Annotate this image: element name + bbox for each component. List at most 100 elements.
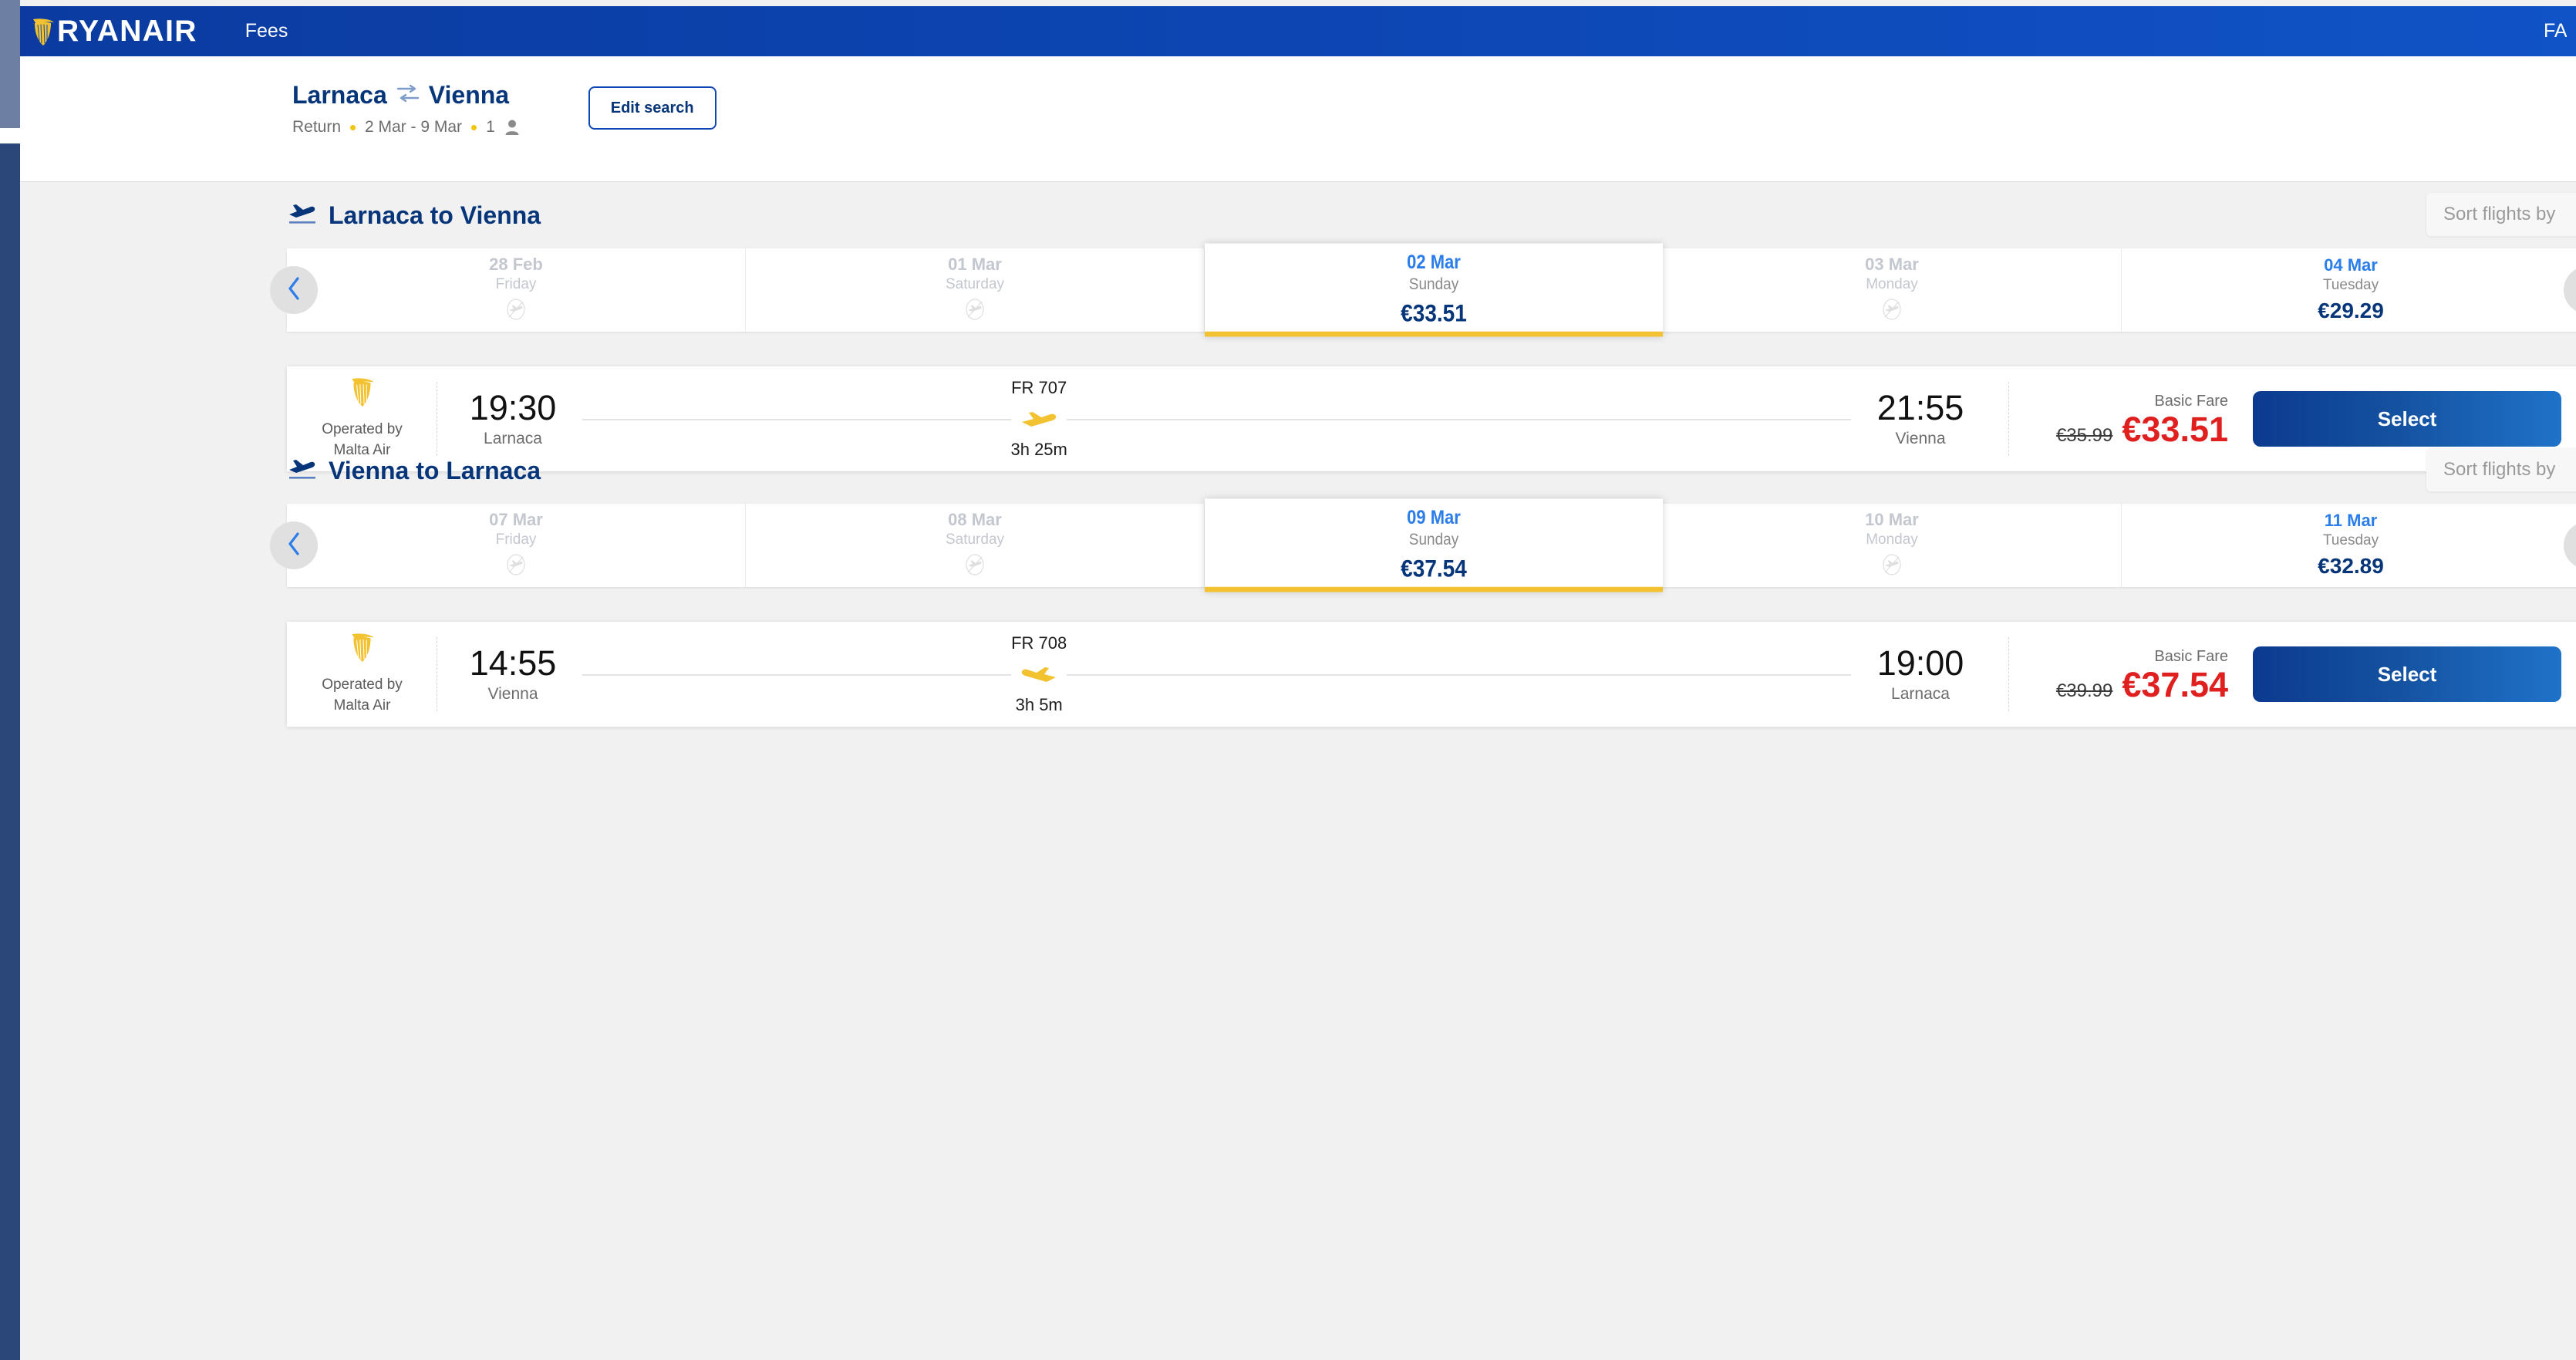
journey-section-outbound: Larnaca to Vienna Sort flights by 28 Feb… (20, 182, 2576, 471)
date-cell-day: Sunday (1408, 275, 1459, 294)
date-cell-date: 03 Mar (1865, 255, 1919, 275)
arrival-block: 19:00 Larnaca (1863, 645, 1978, 703)
date-cell-selected[interactable]: 09 Mar Sunday €37.54 (1205, 498, 1663, 592)
select-flight-button-return[interactable]: Select (2253, 646, 2561, 702)
route-line (582, 419, 1851, 420)
ryanair-logo[interactable]: RYANAIR (28, 15, 197, 48)
date-carousel-outbound: 28 Feb Friday 01 Mar Saturday 02 Mar Sun… (270, 243, 2576, 337)
plane-departure-icon (287, 456, 318, 486)
date-cell[interactable]: 08 Mar Saturday (746, 504, 1205, 587)
no-flight-icon (504, 553, 528, 580)
date-cell-date: 08 Mar (948, 510, 1002, 530)
flight-duration: 3h 5m (1015, 695, 1063, 714)
arrival-time: 21:55 (1876, 388, 1964, 428)
nav-item-truncated[interactable]: FA (2544, 20, 2567, 42)
price-block: Basic Fare €39.99 €37.54 (2028, 647, 2228, 702)
route-title: Larnaca Vienna (292, 83, 520, 107)
fare-type-label: Basic Fare (2154, 647, 2228, 665)
date-cell-date: 11 Mar (2324, 511, 2378, 531)
separator-dot-icon (350, 124, 356, 130)
date-cell-date: 09 Mar (1407, 507, 1461, 529)
date-cell[interactable]: 03 Mar Monday (1663, 248, 2122, 332)
flight-swap-icon (395, 83, 421, 107)
plane-left-icon (1011, 663, 1067, 686)
date-cell-day: Saturday (945, 531, 1005, 548)
journey-header-return: Vienna to Larnaca Sort flights by (20, 437, 2576, 504)
date-cell-date: 07 Mar (489, 510, 543, 530)
chevron-left-icon (286, 276, 302, 305)
route-line (582, 674, 1851, 676)
search-summary-bar: Larnaca Vienna Return 2 Mar - 9 Mar 1 Ed… (20, 56, 2576, 182)
date-cell-day: Friday (495, 275, 537, 292)
journey-title-outbound: Larnaca to Vienna (287, 201, 541, 231)
date-cell[interactable]: 10 Mar Monday (1663, 504, 2122, 587)
date-cell[interactable]: 11 Mar Tuesday €32.89 (2122, 504, 2576, 587)
sort-flights-label: Sort flights by (2443, 459, 2556, 480)
date-cell[interactable]: 01 Mar Saturday (746, 248, 1205, 332)
route-destination: Vienna (428, 81, 510, 109)
date-carousel-return: 07 Mar Friday 08 Mar Saturday 09 Mar Sun… (270, 498, 2576, 592)
flight-number: FR 708 (1011, 633, 1067, 653)
date-cell-price: €33.51 (1401, 299, 1467, 326)
date-cell-day: Friday (495, 531, 537, 548)
operated-by-line2: Malta Air (333, 697, 391, 714)
plane-right-icon (1011, 407, 1067, 430)
trip-type: Return (292, 118, 342, 136)
sort-flights-label: Sort flights by (2443, 204, 2556, 224)
journey-title-text: Larnaca to Vienna (329, 201, 541, 229)
route-visual: FR 708 3h 5m (582, 632, 1851, 717)
current-price: €37.54 (2122, 664, 2228, 704)
sort-flights-dropdown-return[interactable]: Sort flights by (2426, 448, 2576, 491)
page-viewport: RYANAIR Fees FA Larnaca Vienna Return 2 … (20, 0, 2576, 1360)
flight-number: FR 707 (1011, 378, 1067, 397)
passenger-count: 1 (486, 118, 495, 136)
divider (2008, 637, 2009, 711)
plane-departure-icon (287, 201, 318, 231)
departure-time: 14:55 (469, 643, 557, 683)
carousel-prev-button-return[interactable] (270, 521, 318, 569)
nav-item-fees[interactable]: Fees (245, 22, 288, 41)
arrival-airport: Larnaca (1891, 684, 1950, 703)
date-cell-date: 28 Feb (489, 255, 543, 275)
departure-airport: Vienna (487, 684, 538, 703)
original-price: €39.99 (2055, 680, 2113, 701)
top-navigation-bar: RYANAIR Fees FA (20, 6, 2576, 56)
date-cell-day: Tuesday (2322, 276, 2379, 293)
ryanair-harp-icon (306, 376, 418, 414)
ryanair-harp-icon (28, 15, 59, 48)
date-cell-price: €29.29 (2318, 298, 2384, 322)
date-cell-day: Tuesday (2322, 532, 2379, 548)
date-cell-price: €32.89 (2318, 553, 2384, 578)
operated-by-block: Operated by Malta Air (306, 632, 418, 717)
sort-flights-dropdown-outbound[interactable]: Sort flights by (2426, 193, 2576, 236)
flight-card-return: Operated by Malta Air 14:55 Vienna FR 70… (287, 622, 2576, 727)
no-flight-icon (1880, 298, 1903, 325)
departure-block: 14:55 Vienna (456, 645, 570, 703)
date-cell-price: €37.54 (1401, 554, 1467, 582)
date-cell-day: Saturday (945, 275, 1005, 292)
separator-dot-icon (471, 124, 477, 130)
date-cell[interactable]: 07 Mar Friday (287, 504, 746, 587)
trip-dates: 2 Mar - 9 Mar (365, 118, 463, 136)
date-cell-day: Monday (1866, 275, 1918, 292)
ryanair-harp-icon (306, 632, 418, 670)
route-details: Return 2 Mar - 9 Mar 1 (292, 118, 520, 137)
no-flight-icon (504, 298, 528, 325)
date-cell[interactable]: 28 Feb Friday (287, 248, 746, 332)
date-cell[interactable]: 04 Mar Tuesday €29.29 (2122, 248, 2576, 332)
date-cell-selected[interactable]: 02 Mar Sunday €33.51 (1205, 243, 1663, 337)
journey-title-return: Vienna to Larnaca (287, 456, 541, 486)
browser-edge-strip-bottom (0, 143, 20, 1360)
no-flight-icon (963, 298, 986, 325)
operated-by-line1: Operated by (322, 676, 403, 693)
edit-search-button[interactable]: Edit search (588, 86, 716, 130)
browser-edge-strip-top (0, 0, 20, 128)
brand-name: RYANAIR (57, 15, 197, 48)
chevron-left-icon (286, 532, 302, 560)
date-cell-date: 10 Mar (1865, 510, 1919, 530)
journey-section-return: Vienna to Larnaca Sort flights by 07 Mar… (20, 437, 2576, 727)
journey-header-outbound: Larnaca to Vienna Sort flights by (20, 182, 2576, 248)
person-icon (504, 119, 520, 136)
fare-type-label: Basic Fare (2154, 392, 2228, 410)
carousel-prev-button-outbound[interactable] (270, 266, 318, 314)
